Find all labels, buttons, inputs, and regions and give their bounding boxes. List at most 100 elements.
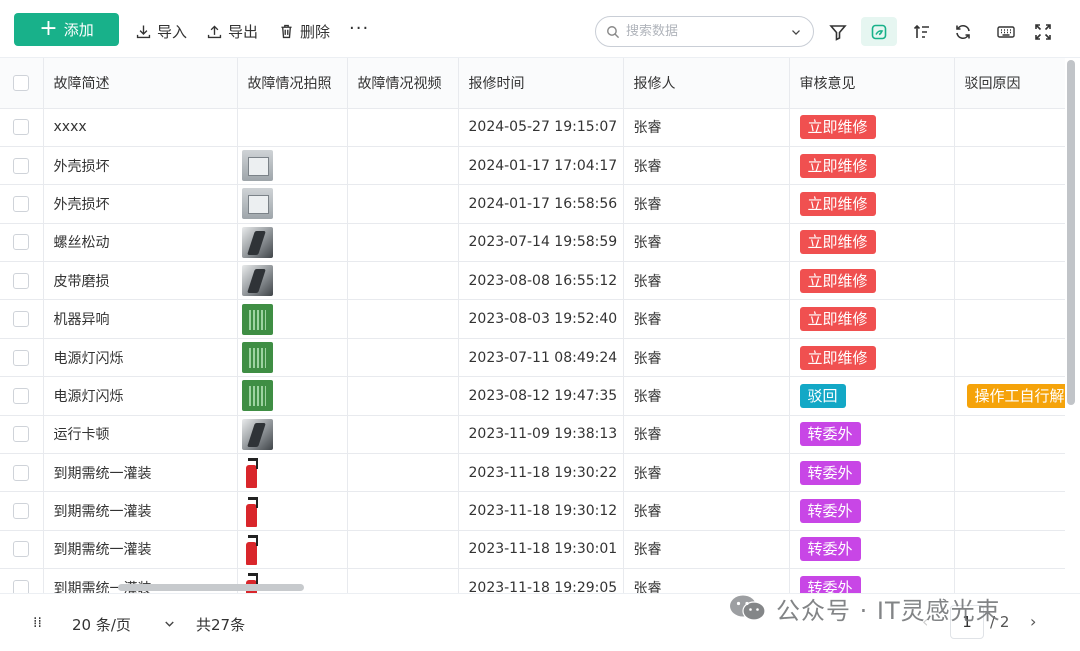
row-checkbox[interactable] bbox=[13, 195, 30, 212]
row-select-cell[interactable] bbox=[0, 568, 44, 593]
row-checkbox[interactable] bbox=[13, 503, 30, 520]
fault-photo-thumbnail[interactable] bbox=[241, 265, 273, 297]
column-header[interactable]: 故障简述 bbox=[43, 58, 238, 109]
table-row[interactable]: 皮带磨损 2023-08-08 16:55:12 张睿 立即维修 bbox=[0, 261, 1065, 301]
review-opinion-tag: 立即维修 bbox=[799, 307, 876, 332]
plus-icon: + bbox=[39, 15, 58, 41]
export-button[interactable]: 导出 bbox=[206, 20, 258, 42]
refresh-button[interactable] bbox=[945, 17, 981, 46]
fault-photo-thumbnail[interactable] bbox=[241, 150, 273, 182]
table-row[interactable]: 运行卡顿 2023-11-09 19:38:13 张睿 转委外 bbox=[0, 415, 1065, 455]
fault-photo-thumbnail[interactable] bbox=[241, 188, 273, 220]
table-row[interactable]: 外壳损坏 2024-01-17 17:04:17 张睿 立即维修 bbox=[0, 146, 1065, 186]
fault-photo-thumbnail[interactable] bbox=[241, 380, 273, 412]
filter-button[interactable] bbox=[820, 17, 856, 46]
repair-time: 2023-11-18 19:30:22 bbox=[458, 453, 624, 493]
row-checkbox[interactable] bbox=[13, 119, 30, 136]
fault-video-cell bbox=[347, 376, 459, 416]
repair-time: 2023-07-14 19:58:59 bbox=[458, 223, 624, 263]
column-header[interactable]: 报修时间 bbox=[458, 58, 624, 109]
row-checkbox[interactable] bbox=[13, 234, 30, 251]
row-select-cell[interactable] bbox=[0, 491, 44, 531]
review-opinion-cell: 转委外 bbox=[789, 491, 955, 531]
table-row[interactable]: 机器异响 2023-08-03 19:52:40 张睿 立即维修 bbox=[0, 299, 1065, 339]
chevron-down-icon[interactable] bbox=[162, 616, 177, 631]
row-checkbox[interactable] bbox=[13, 426, 30, 443]
row-select-cell[interactable] bbox=[0, 146, 44, 186]
table-row[interactable]: 到期需统一灌装 2023-11-18 19:30:12 张睿 转委外 bbox=[0, 491, 1065, 531]
next-page-icon[interactable]: › bbox=[1030, 612, 1036, 631]
column-header[interactable]: 驳回原因 bbox=[954, 58, 1065, 109]
row-checkbox[interactable] bbox=[13, 311, 30, 328]
vertical-scrollbar[interactable] bbox=[1067, 58, 1076, 593]
row-select-cell[interactable] bbox=[0, 184, 44, 224]
row-select-cell[interactable] bbox=[0, 299, 44, 339]
row-checkbox[interactable] bbox=[13, 464, 30, 481]
column-header[interactable]: 报修人 bbox=[623, 58, 790, 109]
row-checkbox[interactable] bbox=[13, 541, 30, 558]
table-row[interactable]: 螺丝松动 2023-07-14 19:58:59 张睿 立即维修 bbox=[0, 223, 1065, 263]
row-checkbox[interactable] bbox=[13, 349, 30, 366]
table-row[interactable]: xxxx 2024-05-27 19:15:07 张睿 立即维修 bbox=[0, 108, 1065, 147]
fault-photo-thumbnail[interactable] bbox=[242, 457, 260, 489]
column-settings-button[interactable] bbox=[861, 17, 897, 46]
row-select-cell[interactable] bbox=[0, 453, 44, 493]
fault-photo-thumbnail[interactable] bbox=[242, 534, 260, 565]
keyboard-button[interactable] bbox=[988, 17, 1024, 46]
fault-photo-thumbnail[interactable] bbox=[241, 226, 273, 258]
row-checkbox[interactable] bbox=[13, 272, 30, 289]
fault-description: 到期需统一灌装 bbox=[43, 530, 238, 570]
row-select-cell[interactable] bbox=[0, 261, 44, 301]
fault-photo-thumbnail[interactable] bbox=[242, 496, 260, 527]
search-input[interactable] bbox=[626, 24, 783, 39]
repair-time: 2023-08-03 19:52:40 bbox=[458, 299, 624, 339]
reject-reason-cell bbox=[954, 261, 1065, 301]
fault-photo-thumbnail[interactable] bbox=[241, 342, 273, 374]
row-select-cell[interactable] bbox=[0, 376, 44, 416]
row-checkbox[interactable] bbox=[13, 387, 30, 404]
sort-button[interactable] bbox=[904, 17, 940, 46]
fault-photo-thumbnail[interactable] bbox=[241, 303, 273, 335]
review-opinion-cell: 转委外 bbox=[789, 530, 955, 570]
column-header[interactable]: 审核意见 bbox=[789, 58, 955, 109]
fullscreen-button[interactable] bbox=[1025, 17, 1061, 46]
row-select-cell[interactable] bbox=[0, 530, 44, 570]
vertical-scrollbar-thumb[interactable] bbox=[1067, 60, 1075, 405]
row-checkbox[interactable] bbox=[13, 157, 30, 174]
row-select-cell[interactable] bbox=[0, 338, 44, 378]
search-box[interactable] bbox=[595, 16, 814, 47]
fault-video-cell bbox=[347, 184, 459, 224]
row-select-cell[interactable] bbox=[0, 223, 44, 263]
table-row[interactable]: 到期需统一灌装 2023-11-18 19:30:22 张睿 转委外 bbox=[0, 453, 1065, 493]
delete-button[interactable]: 删除 bbox=[278, 20, 330, 42]
fault-photo-thumbnail[interactable] bbox=[241, 418, 273, 450]
horizontal-scrollbar[interactable] bbox=[118, 584, 304, 591]
row-select-cell[interactable] bbox=[0, 108, 44, 147]
table-row[interactable]: 电源灯闪烁 2023-07-11 08:49:24 张睿 立即维修 bbox=[0, 338, 1065, 378]
column-header[interactable]: 故障情况拍照 bbox=[237, 58, 348, 109]
select-all-cell[interactable] bbox=[0, 58, 44, 109]
column-header[interactable]: 故障情况视频 bbox=[347, 58, 459, 109]
table-row[interactable]: 到期需统一灌装 2023-11-18 19:30:01 张睿 转委外 bbox=[0, 530, 1065, 570]
reject-reason-tag: 操作工自行解 bbox=[966, 383, 1065, 408]
repair-time: 2024-05-27 19:15:07 bbox=[458, 108, 624, 147]
table-row[interactable]: 电源灯闪烁 2023-08-12 19:47:35 张睿 驳回 操作工自行解 bbox=[0, 376, 1065, 416]
reject-reason-cell bbox=[954, 491, 1065, 531]
row-select-cell[interactable] bbox=[0, 415, 44, 455]
review-opinion-tag: 立即维修 bbox=[799, 268, 876, 293]
fault-video-cell bbox=[347, 108, 459, 147]
import-button[interactable]: 导入 bbox=[135, 20, 187, 42]
fault-description: 到期需统一灌装 bbox=[43, 491, 238, 531]
table-row[interactable]: 外壳损坏 2024-01-17 16:58:56 张睿 立即维修 bbox=[0, 184, 1065, 224]
sort-icon bbox=[913, 24, 929, 38]
more-button[interactable]: ··· bbox=[349, 18, 369, 39]
chevron-down-icon[interactable] bbox=[789, 25, 803, 39]
row-checkbox[interactable] bbox=[13, 579, 30, 593]
page-size-select[interactable]: 20 条/页 bbox=[72, 614, 131, 635]
review-opinion-tag: 转委外 bbox=[799, 422, 861, 447]
import-button-label: 导入 bbox=[157, 22, 188, 41]
select-all-checkbox[interactable] bbox=[13, 74, 30, 91]
add-button[interactable]: + 添加 bbox=[14, 13, 119, 46]
filter-icon bbox=[829, 24, 847, 41]
fault-photo-cell bbox=[237, 415, 348, 455]
